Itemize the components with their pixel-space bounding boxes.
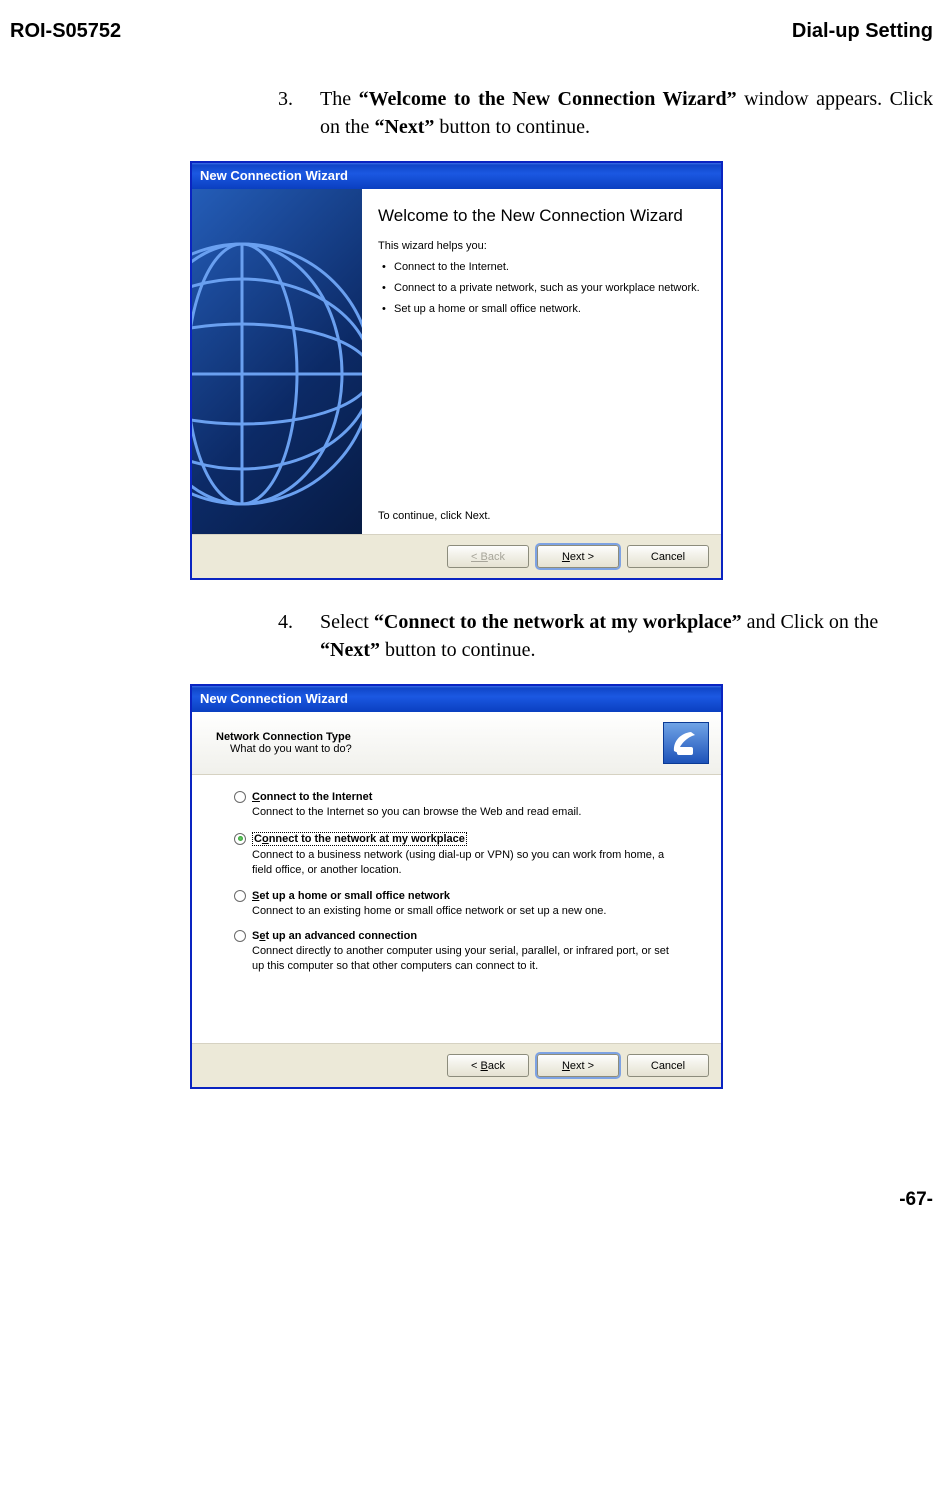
radio-icon[interactable] <box>234 833 246 845</box>
next-button[interactable]: Next > <box>537 545 619 568</box>
back-button[interactable]: < Back <box>447 1054 529 1077</box>
wizard-helps-label: This wizard helps you: <box>378 240 705 252</box>
dialog-header-panel: Network Connection Type What do you want… <box>192 712 721 775</box>
option-label: Connect to the Internet <box>252 791 372 803</box>
bullet-item: •Connect to the Internet. <box>378 260 705 275</box>
page-footer: -67- <box>0 1179 943 1225</box>
cancel-button[interactable]: Cancel <box>627 1054 709 1077</box>
dialog-header-text: Network Connection Type What do you want… <box>216 731 352 755</box>
text: Select <box>320 611 374 633</box>
continue-text: To continue, click Next. <box>378 510 705 522</box>
radio-icon[interactable] <box>234 930 246 942</box>
bullet-dot: • <box>382 302 394 317</box>
section-title: Dial-up Setting <box>792 20 933 43</box>
dialog-titlebar: New Connection Wizard <box>192 686 721 712</box>
text-bold: “Welcome to the New Connection Wizard” <box>359 88 737 110</box>
text-bold: “Connect to the network at my workplace” <box>374 611 742 633</box>
option-label: Connect to the network at my workplace <box>252 832 467 846</box>
handset-icon <box>671 729 701 757</box>
wizard-side-graphic <box>192 189 362 534</box>
wizard-dialog-welcome: New Connection Wizard Welcome to the New… <box>190 161 723 580</box>
option-description: Connect to an existing home or small off… <box>252 904 682 919</box>
option-row[interactable]: Connect to the Internet <box>234 791 691 803</box>
text: button to continue. <box>434 116 590 138</box>
dialog-main: Welcome to the New Connection Wizard Thi… <box>362 189 721 534</box>
wizard-heading: Welcome to the New Connection Wizard <box>378 205 705 226</box>
bullet-dot: • <box>382 260 394 275</box>
option-description: Connect to the Internet so you can brows… <box>252 805 682 820</box>
option-connect-workplace: Connect to the network at my workplace C… <box>234 832 691 878</box>
doc-id: ROI-S05752 <box>10 20 121 43</box>
step-number: 3. <box>278 85 320 141</box>
radio-icon[interactable] <box>234 791 246 803</box>
dialog-buttonbar: < Back Next > Cancel <box>192 1043 721 1087</box>
option-description: Connect to a business network (using dia… <box>252 848 682 878</box>
dialog-titlebar: New Connection Wizard <box>192 163 721 189</box>
back-button[interactable]: < Back <box>447 545 529 568</box>
text-bold: “Next” <box>374 116 434 138</box>
page-number: -67- <box>899 1189 933 1210</box>
step-4: 4. Select “Connect to the network at my … <box>278 608 933 664</box>
bullet-text: Set up a home or small office network. <box>394 302 581 317</box>
option-connect-internet: Connect to the Internet Connect to the I… <box>234 791 691 820</box>
bullet-text: Connect to the Internet. <box>394 260 509 275</box>
option-home-network: Set up a home or small office network Co… <box>234 890 691 919</box>
option-row[interactable]: Set up an advanced connection <box>234 930 691 942</box>
step-3: 3. The “Welcome to the New Connection Wi… <box>278 85 933 141</box>
dialog-buttonbar: < Back Next > Cancel <box>192 534 721 578</box>
dialog-header-title: Network Connection Type <box>216 731 352 743</box>
option-row[interactable]: Set up a home or small office network <box>234 890 691 902</box>
globe-icon <box>192 189 362 534</box>
text-bold: “Next” <box>320 639 380 661</box>
option-label: Set up a home or small office network <box>252 890 450 902</box>
bullet-item: •Set up a home or small office network. <box>378 302 705 317</box>
dialog-header-subtitle: What do you want to do? <box>216 743 352 755</box>
dialog-body: Network Connection Type What do you want… <box>192 712 721 1043</box>
bullet-item: •Connect to a private network, such as y… <box>378 281 705 296</box>
bullet-text: Connect to a private network, such as yo… <box>394 281 700 296</box>
text: and Click on the <box>742 611 879 633</box>
text: button to continue. <box>380 639 536 661</box>
dialog-body: Welcome to the New Connection Wizard Thi… <box>192 189 721 534</box>
bullet-dot: • <box>382 281 394 296</box>
option-label: Set up an advanced connection <box>252 930 417 942</box>
step-text: The “Welcome to the New Connection Wizar… <box>320 85 933 141</box>
wizard-dialog-network-type: New Connection Wizard Network Connection… <box>190 684 723 1089</box>
cancel-button[interactable]: Cancel <box>627 545 709 568</box>
page-content: 3. The “Welcome to the New Connection Wi… <box>0 55 943 1089</box>
radio-icon[interactable] <box>234 890 246 902</box>
page-header: ROI-S05752 Dial-up Setting <box>0 0 943 55</box>
step-number: 4. <box>278 608 320 664</box>
options-panel: Connect to the Internet Connect to the I… <box>192 775 721 1043</box>
text: The <box>320 88 359 110</box>
network-icon <box>663 722 709 764</box>
option-row[interactable]: Connect to the network at my workplace <box>234 832 691 846</box>
next-button[interactable]: Next > <box>537 1054 619 1077</box>
step-text: Select “Connect to the network at my wor… <box>320 608 933 664</box>
option-description: Connect directly to another computer usi… <box>252 944 682 974</box>
option-advanced: Set up an advanced connection Connect di… <box>234 930 691 974</box>
